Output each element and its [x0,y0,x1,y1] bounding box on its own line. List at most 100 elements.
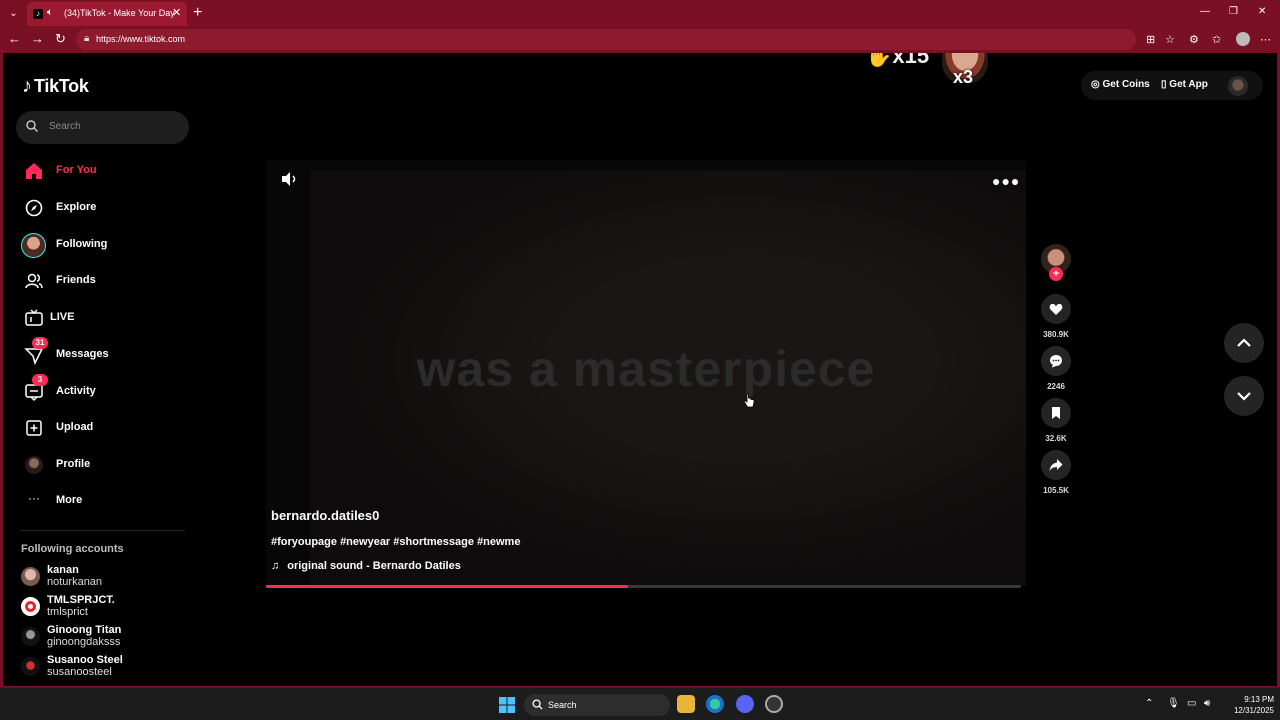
video-description[interactable]: #foryoupage #newyear #shortmessage #newm… [271,536,520,548]
share-arrow-icon [1049,459,1063,471]
tab-title: (34)TikTok - Make Your Day [64,8,175,18]
lock-icon[interactable]: 🔒︎ [84,33,89,44]
taskbar-search[interactable]: Search [524,694,670,716]
sound-title: original sound - Bernardo Datiles [287,560,461,572]
nav-live[interactable]: LIVE [20,306,190,330]
minimize-icon[interactable]: — [1200,6,1210,17]
app-icon[interactable] [765,695,783,713]
nav-activity[interactable]: 3 Activity [20,374,190,404]
new-tab-button[interactable]: + [193,4,202,22]
get-coins-label: Get Coins [1102,79,1150,90]
tray-chevron-up-icon[interactable]: ⌃ [1145,698,1153,709]
nav-for-you[interactable]: For You [20,159,190,183]
logo-text: TikTok [34,75,89,96]
gift-stickers: ✋x15 x3 [865,53,1005,111]
follow-plus-icon[interactable]: + [1049,267,1063,281]
account-handle: susanoosteel [47,666,112,678]
nav-label: Following [56,238,108,250]
nav-following[interactable]: Following [20,233,190,258]
like-button[interactable] [1041,294,1071,324]
next-video-button[interactable] [1224,376,1264,416]
nav-label: LIVE [50,311,75,323]
video-author[interactable]: bernardo.datiles0 [271,508,379,523]
live-tv-icon [25,309,43,326]
network-icon[interactable]: ▭ [1187,698,1196,709]
nav-label: Activity [56,385,96,397]
taskbar-search-label: Search [548,700,577,710]
nav-explore[interactable]: Explore [20,196,190,220]
nav-messages[interactable]: 31 Messages [20,337,190,367]
maximize-icon[interactable]: ❐ [1229,6,1238,17]
activity-badge: 3 [32,374,48,386]
favorite-star-icon[interactable]: ☆ [1165,33,1175,46]
previous-video-button[interactable] [1224,323,1264,363]
more-dots-icon: ··· [28,491,40,505]
account-handle: ginoongdaksss [47,636,121,648]
search-placeholder: Search [49,121,81,132]
nav-more[interactable]: ··· More [20,489,190,513]
account-name: TMLSPRJCT. [47,594,115,606]
share-count: 105.5K [1043,486,1069,495]
browser-profile-avatar[interactable] [1236,32,1250,46]
phone-icon: ▯ [1161,79,1167,90]
volume-icon[interactable] [280,170,298,188]
account-handle: noturkanan [47,576,103,588]
close-window-icon[interactable]: ✕ [1258,6,1266,17]
more-options-icon[interactable]: ●●● [992,173,1020,189]
file-explorer-icon[interactable] [677,695,695,713]
tab-list-chevron-icon[interactable]: ⌄ [5,5,22,22]
taskbar-clock[interactable]: 9:13 PM 12/31/2025 [1220,694,1274,716]
microphone-icon[interactable]: 🎙︎ [1167,698,1180,709]
windows-start-icon[interactable] [499,697,515,713]
browser-menu-icon[interactable]: ⋯ [1260,33,1271,46]
save-button[interactable] [1041,398,1071,428]
search-input[interactable]: Search [16,111,189,144]
get-app-button[interactable]: ▯ Get App [1161,79,1208,90]
refresh-icon[interactable]: ↻ [55,31,66,47]
forward-arrow-icon[interactable]: → [31,31,44,46]
favorites-icon[interactable]: ✩ [1212,33,1221,46]
edge-browser-icon[interactable] [706,695,724,713]
bookmark-icon [1052,407,1060,419]
video-sound[interactable]: ♫ original sound - Bernardo Datiles [271,560,461,572]
share-button[interactable] [1041,450,1071,480]
video-player[interactable]: was a masterpiece ●●● bernardo.datiles0 … [266,160,1026,586]
following-account-item[interactable]: kanan noturkanan [20,564,190,590]
extensions-icon[interactable]: ⚙ [1189,33,1199,46]
search-icon [26,120,38,132]
sidebar-divider [20,530,185,531]
account-name: kanan [47,564,79,576]
browser-tab[interactable]: ♪ 🔈︎ (34)TikTok - Make Your Day ✕ [27,2,187,26]
video-progress-fill [266,585,629,588]
account-avatar [21,567,40,586]
tab-close-icon[interactable]: ✕ [172,6,181,19]
speaker-icon[interactable]: 🔊︎ [1204,698,1210,709]
address-bar[interactable]: 🔒︎ https://www.tiktok.com [76,29,1136,50]
video-progress-bar[interactable] [266,585,1021,588]
video-caption-text: was a masterpiece [416,341,876,397]
hand-cursor-icon [743,393,755,408]
following-account-item[interactable]: Ginoong Titan ginoongdaksss [20,624,190,650]
following-account-item[interactable]: Susanoo Steel susanoosteel [20,654,190,680]
nav-upload[interactable]: Upload [20,416,190,440]
nav-friends[interactable]: Friends [20,269,190,293]
nav-label: For You [56,164,97,176]
url-text[interactable]: https://www.tiktok.com [96,34,185,44]
tiktok-logo[interactable]: ♪ TikTok [22,74,89,98]
split-screen-icon[interactable]: ⊞ [1146,33,1155,46]
browser-window: ⌄ ♪ 🔈︎ (34)TikTok - Make Your Day ✕ + — … [0,0,1280,720]
home-icon [26,163,42,179]
audio-playing-icon[interactable]: 🔈︎ [47,7,53,18]
nav-profile[interactable]: Profile [20,453,190,477]
user-avatar[interactable] [1228,76,1248,96]
discord-icon[interactable] [736,695,754,713]
back-arrow-icon[interactable]: ← [8,31,21,46]
comment-button[interactable] [1041,346,1071,376]
get-coins-button[interactable]: ◎ Get Coins [1091,79,1150,90]
nav-label: Upload [56,421,94,433]
search-icon [532,699,543,710]
following-account-item[interactable]: TMLSPRJCT. tmlsprict [20,594,190,620]
friends-icon [25,273,43,289]
following-accounts-title: Following accounts [21,543,124,555]
nav-label: Profile [56,458,91,470]
